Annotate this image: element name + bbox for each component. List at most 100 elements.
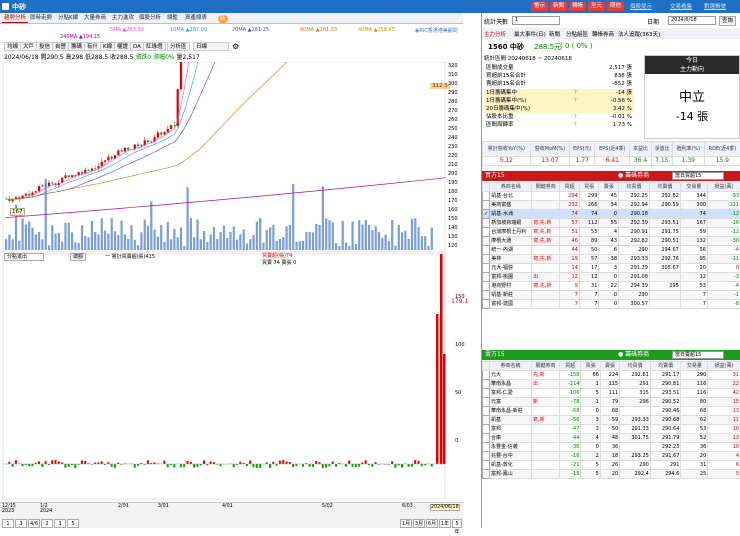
transfer-button[interactable]: 轉帳 (569, 2, 586, 11)
nav-btn[interactable]: 3 (54, 519, 66, 528)
tool-light[interactable]: 紅綠燈 (143, 42, 166, 51)
broker-row[interactable]: 摩根大通寫,先,新468943292.82290.51132-30 (483, 237, 740, 246)
tool-ma[interactable]: 均線 (4, 42, 21, 51)
rtab-transfer[interactable]: 轉帳券商 (592, 30, 614, 38)
nav-btn[interactable]: 2 (41, 519, 53, 528)
col-header[interactable]: 損益(萬) (708, 362, 740, 371)
col-header[interactable]: 均賣價 (650, 362, 681, 371)
tab-broker-k[interactable]: 分點K線 (56, 14, 80, 23)
broker-row[interactable]: 合庫-44448301.75291.795213 (483, 434, 740, 443)
broker-row[interactable]: 富邦-建國770300.577-8 (483, 300, 740, 309)
broker-row[interactable]: 美林寫,先,新195738293.33292.7695-11 (483, 255, 740, 264)
broker-row[interactable]: 富邦-仁愛-1065111315293.5111642 (483, 389, 740, 398)
broker-row[interactable]: 華南永昌出-1141115291290.8111622 (483, 380, 740, 389)
range-1m[interactable]: 1月 (400, 519, 412, 528)
trade-link[interactable]: 交易看盤 (670, 2, 692, 10)
range-6m[interactable]: 6月 (426, 519, 438, 528)
nav-btn[interactable]: 1 (2, 519, 14, 528)
col-header[interactable]: 賣張 (600, 362, 619, 371)
broker-row[interactable]: 港商野村寫,先,新93122294.3929553-4 (483, 282, 740, 291)
col-header[interactable]: 關鍵券商 (532, 183, 560, 192)
tab-main-force[interactable]: 主力進攻 (110, 14, 136, 23)
broker-row[interactable]: 華南永昌-新莊-68068290.466813 (483, 407, 740, 416)
broker-row[interactable]: 美商富盛23226634292.94290.59300-111 (483, 201, 740, 210)
tab-supervisor[interactable]: 總監 (165, 14, 180, 23)
alert-button[interactable]: 警示 (531, 2, 548, 11)
sub-select[interactable]: 分點進出 (4, 253, 44, 261)
kline-chart[interactable] (0, 62, 463, 502)
broker-row[interactable]: 凱基寫,新-56359293.33290.686211 (483, 416, 740, 425)
tool-dealer[interactable]: 自營 (52, 42, 69, 51)
nav-btn[interactable]: 5 (67, 519, 79, 528)
tab-big-broker[interactable]: 大量券商 (82, 14, 108, 23)
col-header[interactable]: 關鍵券商 (532, 362, 560, 371)
ask-button[interactable]: 問他 (607, 2, 624, 11)
col-header[interactable]: 損益(萬) (707, 183, 740, 192)
buy-select[interactable]: 當日買超15 (672, 172, 724, 180)
col-header[interactable]: 均賣價 (649, 183, 680, 192)
nav-btn[interactable]: 4/6 (28, 519, 40, 528)
query-button[interactable]: 查詢 (719, 16, 736, 26)
zhiyuan-button[interactable]: 至元 (588, 2, 605, 11)
tab-trend[interactable]: 趨勢分析 (2, 14, 28, 23)
account-link[interactable]: 對選帳號 (704, 2, 726, 10)
col-header[interactable] (483, 362, 490, 371)
col-header[interactable]: 券商名稱 (490, 183, 532, 192)
col-header[interactable]: 均買價 (620, 362, 651, 371)
broker-row[interactable]: 凱基-敦化-21526290291316 (483, 461, 740, 470)
broker-row[interactable]: 元大-福營14173291.29305.67200 (483, 264, 740, 273)
stat-days-select[interactable]: 1 (512, 16, 560, 25)
stock-alert-link[interactable]: 個股提示 (630, 2, 652, 10)
broker-row[interactable]: ✓凱基-水湳74740290.1874-12 (483, 210, 740, 219)
broker-row[interactable]: 富邦-桃園出12120291.0812-3 (483, 273, 740, 282)
broker-row[interactable]: 凱基-新莊7702907-1 (483, 291, 740, 300)
broker-row[interactable]: 凱基-台北29429945292.25292.82344-93 (483, 192, 740, 201)
broker-row[interactable]: 兆豐-台中-16218293.25291.67204 (483, 452, 740, 461)
col-header[interactable]: 均買價 (619, 183, 650, 192)
col-header[interactable]: 交易量 (680, 183, 707, 192)
period-select[interactable]: 日線 (193, 42, 229, 51)
broker-row[interactable]: 元大先,新-15866224292.61291.1729031 (483, 371, 740, 380)
nav-btn[interactable]: 3 (15, 519, 27, 528)
tab-stock-analysis[interactable]: 個股分析 (137, 14, 163, 23)
rtab-event[interactable]: 最大事件(日) (514, 30, 546, 38)
range-5y[interactable]: 5年 (452, 519, 462, 528)
col-header[interactable]: 賣張 (599, 183, 619, 192)
tool-warrant[interactable]: 權證 (114, 42, 131, 51)
col-header[interactable]: 買張 (579, 183, 599, 192)
broker-row[interactable]: 富邦-47350291.33290.645310 (483, 425, 740, 434)
tool-analysis[interactable]: 分析區 (167, 42, 190, 51)
tab-assets[interactable]: 資產總表 (183, 14, 209, 23)
rtab-broker[interactable]: 分點組區 (566, 30, 588, 38)
tool-trust[interactable]: 投信 (36, 42, 53, 51)
sell-select[interactable]: 當日賣超15 (672, 351, 724, 359)
tool-what[interactable]: 有什 (84, 42, 101, 51)
broker-row[interactable]: 統一-內湖44506290294.6756-4 (483, 246, 740, 255)
col-header[interactable] (483, 183, 490, 192)
gear-icon[interactable]: ⚙ (232, 42, 239, 51)
range-3m[interactable]: 3月 (413, 519, 425, 528)
col-header[interactable]: 買超 (560, 183, 580, 192)
broker-row[interactable]: 永豐金-信義-36036292.233610 (483, 443, 740, 452)
tool-chips[interactable]: 籌碼 (68, 42, 85, 51)
total-button[interactable]: 總額 (70, 253, 86, 261)
chart-area[interactable]: 312.5 167 320310300290280270260250240230… (0, 62, 463, 502)
col-header[interactable]: 買張 (581, 362, 600, 371)
col-header[interactable]: 交易量 (681, 362, 708, 371)
broker-row[interactable]: 富邦-鳳山-15520292.4294.6255 (483, 470, 740, 479)
col-header[interactable]: 券商名稱 (490, 362, 532, 371)
col-header[interactable]: 買超 (560, 362, 581, 371)
broker-row[interactable]: 元富新-78179296290.528015 (483, 398, 740, 407)
broker-row[interactable]: 新加坡商瑞銀寫,先,新5711255292.39293.51167-16 (483, 219, 740, 228)
news-button[interactable]: 新聞 (550, 2, 567, 11)
tool-da[interactable]: DA (130, 42, 144, 51)
broker-row[interactable]: 台灣摩根士丹利寫,先,新51554290.91291.7559-12 (483, 228, 740, 237)
rtab-legal[interactable]: 法人追蹤(363天) (618, 30, 660, 38)
rtab-news[interactable]: 新聞 (549, 30, 560, 38)
tab-realtime[interactable]: 即時走勢 (28, 14, 54, 23)
range-1y[interactable]: 1年 (439, 519, 451, 528)
rtab-main[interactable]: 主力分析 (484, 30, 506, 38)
tool-big[interactable]: 大戶 (20, 42, 37, 51)
date-input[interactable]: 2024/6/18 (668, 16, 716, 25)
tool-kline[interactable]: K線 (100, 42, 115, 51)
